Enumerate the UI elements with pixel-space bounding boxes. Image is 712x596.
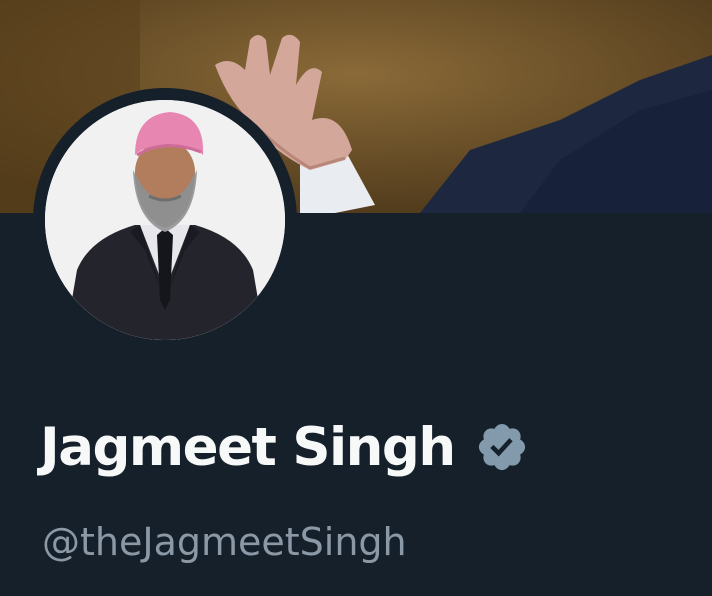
verified-badge-icon[interactable] — [475, 420, 529, 474]
user-handle: @theJagmeetSingh — [42, 520, 407, 564]
name-row: Jagmeet Singh — [40, 410, 529, 484]
profile-avatar[interactable] — [45, 100, 285, 340]
profile-header: Jagmeet Singh @theJagmeetSingh — [0, 0, 712, 596]
display-name: Jagmeet Singh — [40, 416, 456, 478]
